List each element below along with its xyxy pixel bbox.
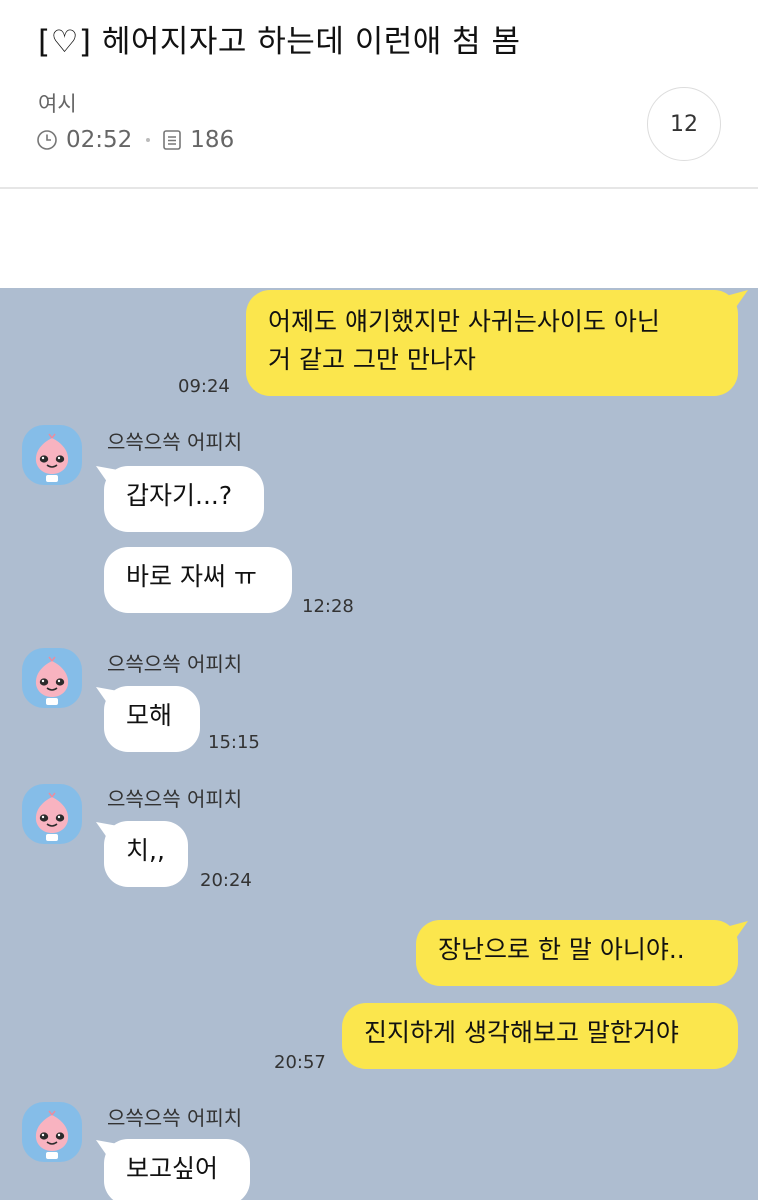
their-message-bubble: 보고싶어 — [104, 1139, 250, 1200]
post-views: 186 — [190, 127, 235, 153]
avatar[interactable] — [22, 784, 82, 844]
sender-name: 으쓱으쓱 어피치 — [107, 787, 243, 811]
post-meta: 02:52 186 — [36, 124, 234, 156]
avatar[interactable] — [22, 648, 82, 708]
post-header: [♡] 헤어지자고 하는데 이런애 첨 봄 여시 02:52 186 12 — [0, 0, 758, 188]
message-time: 20:57 — [274, 1052, 326, 1073]
clock-icon — [36, 129, 58, 151]
document-list-icon — [162, 129, 182, 151]
chat-screenshot: 09:24 어제도 얘기했지만 사귀는사이도 아닌 거 같고 그만 만나자 으쓱… — [0, 288, 758, 1200]
message-line: 어제도 얘기했지만 사귀는사이도 아닌 — [268, 307, 660, 336]
comment-count-button[interactable]: 12 — [647, 87, 721, 161]
message-time: 12:28 — [302, 596, 354, 617]
message-time: 20:24 — [200, 870, 252, 891]
my-message-bubble: 어제도 얘기했지만 사귀는사이도 아닌 거 같고 그만 만나자 — [246, 290, 738, 396]
sender-name: 으쓱으쓱 어피치 — [107, 652, 243, 676]
their-message-bubble: 갑자기...? — [104, 466, 264, 532]
my-message-bubble: 장난으로 한 말 아니야.. — [416, 920, 738, 986]
meta-separator — [146, 138, 151, 142]
their-message-bubble: 바로 자써 ㅠ — [104, 547, 292, 613]
post-author[interactable]: 여시 — [38, 88, 77, 118]
header-divider — [0, 187, 758, 189]
avatar[interactable] — [22, 1102, 82, 1162]
message-time: 09:24 — [178, 376, 230, 397]
sender-name: 으쓱으쓱 어피치 — [107, 430, 243, 454]
their-message-bubble: 모해 — [104, 686, 200, 752]
message-line: 거 같고 그만 만나자 — [268, 345, 476, 374]
sender-name: 으쓱으쓱 어피치 — [107, 1106, 243, 1130]
post-title[interactable]: [♡] 헤어지자고 하는데 이런애 첨 봄 — [38, 16, 521, 61]
my-message-bubble: 진지하게 생각해보고 말한거야 — [342, 1003, 738, 1069]
avatar[interactable] — [22, 425, 82, 485]
their-message-bubble: 치,, — [104, 821, 188, 887]
post-time: 02:52 — [66, 127, 133, 153]
message-time: 15:15 — [208, 732, 260, 753]
